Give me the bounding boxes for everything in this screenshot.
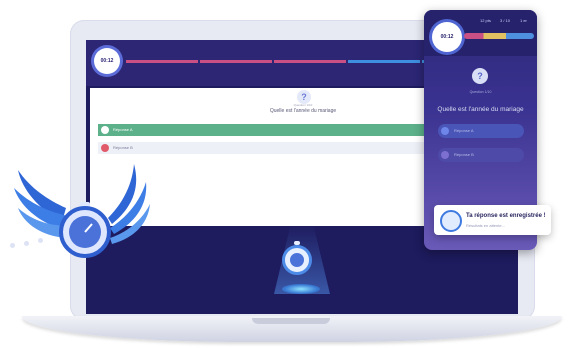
phone-progress-bar	[464, 33, 534, 39]
phone-timer-icon: 00:12	[432, 22, 462, 52]
decor-dot	[38, 238, 43, 243]
progress-segment	[274, 60, 346, 63]
phone-question-text: Quelle est l'année du mariage	[437, 106, 524, 113]
winged-stopwatch-icon	[0, 150, 160, 280]
decor-dot	[24, 241, 29, 246]
phone-stat-1: 12 pts	[480, 18, 491, 23]
stopwatch-face	[290, 253, 304, 267]
timer-icon: 00:12	[94, 48, 120, 74]
question-mark-icon: ?	[297, 90, 311, 104]
answer-label: Réponse A	[113, 127, 133, 132]
answer-dot	[101, 126, 109, 134]
answer-label: Réponse A	[454, 128, 474, 133]
question-mark-icon: ?	[472, 68, 488, 84]
phone-answer-a[interactable]: Réponse A	[438, 124, 524, 138]
phone-stat-2: 3 / 10	[500, 18, 511, 23]
answer-dot	[441, 127, 449, 135]
answer-label: Réponse B	[454, 152, 474, 157]
progress-segment	[126, 60, 198, 63]
decor-dot	[10, 243, 15, 248]
winged-stopwatch-graphic	[14, 164, 150, 258]
right-wing	[108, 164, 150, 244]
stopwatch-icon	[282, 241, 312, 275]
stopwatch-icon	[440, 210, 462, 232]
laptop-notch	[252, 318, 330, 324]
progress-segment	[200, 60, 272, 63]
toast-subtitle: Résultats en attente...	[466, 223, 505, 228]
timer-label: 00:12	[100, 58, 114, 64]
phone-answer-b[interactable]: Réponse B	[438, 148, 524, 162]
phone-question-counter: Question 1/10	[469, 90, 492, 94]
phone-timer-label: 00:12	[440, 34, 454, 40]
progress-segment	[348, 60, 420, 63]
glow-pad	[282, 284, 320, 294]
answer-saved-toast: Ta réponse est enregistrée ! Résultats e…	[434, 205, 551, 235]
stopwatch-crown	[294, 241, 300, 245]
phone-stat-3: 1 er	[520, 18, 527, 23]
toast-title: Ta réponse est enregistrée !	[466, 213, 546, 219]
answer-dot	[441, 151, 449, 159]
